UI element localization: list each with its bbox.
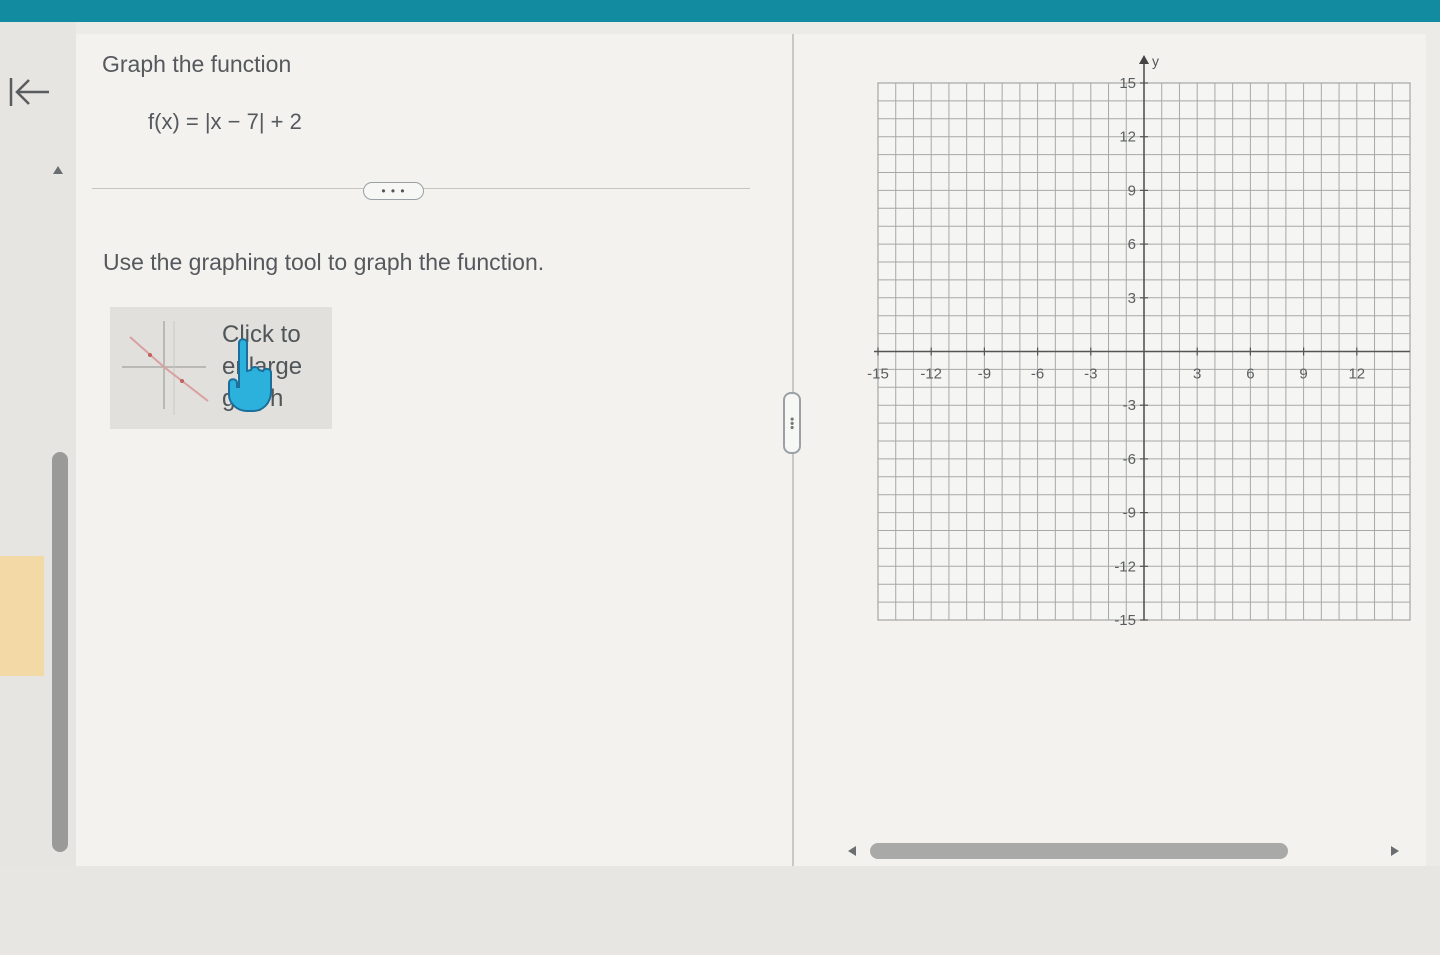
side-tab[interactable] [0,556,44,676]
graph-area[interactable]: y -15 -12 -9 -6 -3 3 6 9 12 15 12 9 6 3 -3 -6 -9 -12 -15 [862,50,1422,655]
y-tick-label: -15 [1114,612,1136,629]
bottom-area [0,866,1440,955]
coordinate-grid[interactable]: y -15 -12 -9 -6 -3 3 6 9 12 15 12 9 6 3 -3 -6 -9 -12 -15 [862,50,1422,650]
y-tick-label: -12 [1114,558,1136,575]
y-tick-label: 15 [1119,75,1136,92]
collapse-left-button[interactable] [6,72,52,112]
y-tick-label: 3 [1128,290,1136,307]
y-tick-label: -3 [1123,397,1136,414]
question-title: Graph the function [102,51,292,77]
enlarge-graph-button[interactable]: Click to enlarge graph [110,307,332,429]
y-axis-label: y [1152,53,1159,69]
horizontal-scrollbar-thumb[interactable] [870,843,1288,859]
x-tick-label: -12 [920,366,942,383]
y-tick-label: -9 [1123,505,1136,522]
expand-button[interactable]: • • • [363,182,424,200]
scroll-up-button[interactable] [51,164,65,176]
collapse-left-icon [9,78,49,106]
x-tick-label: 6 [1246,366,1254,383]
x-tick-label: -15 [867,366,889,383]
function-expression: f(x) = |x − 7| + 2 [148,109,302,134]
x-tick-label: -9 [978,366,991,383]
splitter-handle[interactable]: ••• [783,392,801,454]
instruction-text: Use the graphing tool to graph the funct… [103,249,545,275]
y-tick-label: 12 [1119,129,1136,146]
y-axis-arrow [1139,55,1149,64]
x-tick-label: 12 [1348,366,1365,383]
scroll-right-button[interactable] [1388,844,1402,858]
hand-pointer-icon [228,338,272,412]
x-tick-label: 9 [1299,366,1307,383]
y-tick-label: 9 [1128,182,1136,199]
y-tick-label: -6 [1123,451,1136,468]
x-tick-label: -3 [1084,366,1097,383]
caret-up-icon [53,166,63,174]
caret-right-icon [1391,846,1399,856]
x-tick-label: -6 [1031,366,1044,383]
scroll-left-button[interactable] [845,844,859,858]
graph-thumbnail-icon [122,321,209,415]
caret-left-icon [848,846,856,856]
top-bar [0,0,1440,22]
left-scrollbar-thumb[interactable] [52,452,68,852]
x-tick-label: 3 [1193,366,1201,383]
y-tick-label: 6 [1128,236,1136,253]
